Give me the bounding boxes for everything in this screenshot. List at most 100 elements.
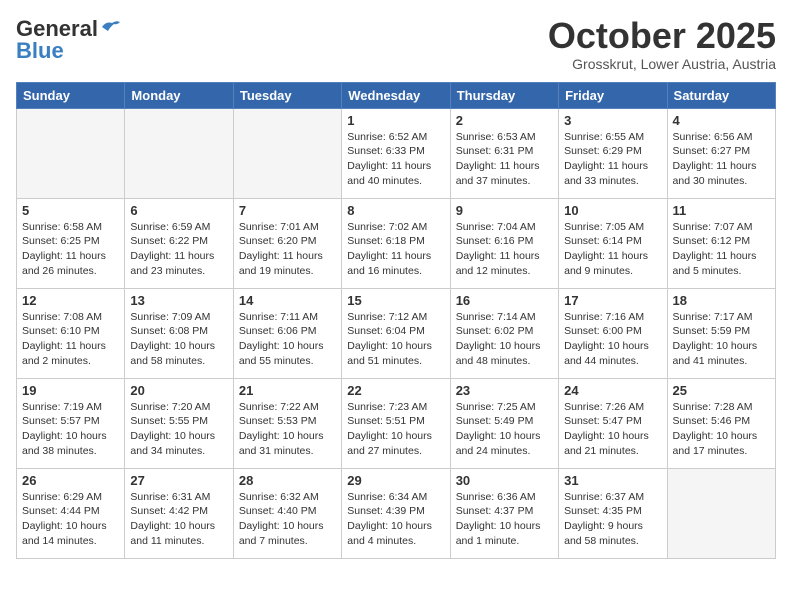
week-row-5: 26 Sunrise: 6:29 AMSunset: 4:44 PMDayligh… (17, 468, 776, 558)
day-number: 17 (564, 293, 661, 308)
calendar-cell: 28Sunrise: 6:32 AMSunset: 4:40 PMDayligh… (233, 468, 341, 558)
month-title: October 2025 (548, 16, 776, 56)
day-number: 26 (22, 473, 119, 488)
calendar-cell: 16Sunrise: 7:14 AMSunset: 6:02 PMDayligh… (450, 288, 558, 378)
day-info: Sunrise: 7:22 AMSunset: 5:53 PMDaylight:… (239, 400, 336, 459)
day-info: Sunrise: 6:58 AMSunset: 6:25 PMDaylight:… (22, 220, 119, 279)
calendar-cell: 11 Sunrise: 7:07 AMSunset: 6:12 PMDayligh… (667, 198, 775, 288)
day-number: 5 (22, 203, 119, 218)
calendar-cell: 12 Sunrise: 7:08 AMSunset: 6:10 PMDayligh… (17, 288, 125, 378)
calendar-cell: 9 Sunrise: 7:04 AMSunset: 6:16 PMDaylight… (450, 198, 558, 288)
day-info: Sunrise: 6:36 AMSunset: 4:37 PMDaylight:… (456, 490, 553, 549)
day-info: Sunrise: 6:53 AMSunset: 6:31 PMDaylight:… (456, 130, 553, 189)
calendar-cell: 1 Sunrise: 6:52 AMSunset: 6:33 PMDaylight… (342, 108, 450, 198)
day-info: Sunrise: 7:20 AMSunset: 5:55 PMDaylight:… (130, 400, 227, 459)
day-info: Sunrise: 6:37 AMSunset: 4:35 PMDaylight:… (564, 490, 661, 549)
calendar-cell: 26 Sunrise: 6:29 AMSunset: 4:44 PMDayligh… (17, 468, 125, 558)
week-row-4: 19 Sunrise: 7:19 AMSunset: 5:57 PMDayligh… (17, 378, 776, 468)
day-info: Sunrise: 6:29 AMSunset: 4:44 PMDaylight:… (22, 490, 119, 549)
day-info: Sunrise: 7:23 AMSunset: 5:51 PMDaylight:… (347, 400, 444, 459)
calendar-cell: 23 Sunrise: 7:25 AMSunset: 5:49 PMDayligh… (450, 378, 558, 468)
week-row-2: 5 Sunrise: 6:58 AMSunset: 6:25 PMDaylight… (17, 198, 776, 288)
calendar-cell: 24Sunrise: 7:26 AMSunset: 5:47 PMDayligh… (559, 378, 667, 468)
calendar-cell: 22Sunrise: 7:23 AMSunset: 5:51 PMDayligh… (342, 378, 450, 468)
calendar-cell: 17 Sunrise: 7:16 AMSunset: 6:00 PMDayligh… (559, 288, 667, 378)
day-info: Sunrise: 7:25 AMSunset: 5:49 PMDaylight:… (456, 400, 553, 459)
weekday-header-row: SundayMondayTuesdayWednesdayThursdayFrid… (17, 82, 776, 108)
calendar-cell (233, 108, 341, 198)
week-row-3: 12 Sunrise: 7:08 AMSunset: 6:10 PMDayligh… (17, 288, 776, 378)
calendar-cell: 20Sunrise: 7:20 AMSunset: 5:55 PMDayligh… (125, 378, 233, 468)
weekday-header-sunday: Sunday (17, 82, 125, 108)
day-number: 12 (22, 293, 119, 308)
day-info: Sunrise: 7:01 AMSunset: 6:20 PMDaylight:… (239, 220, 336, 279)
day-info: Sunrise: 6:59 AMSunset: 6:22 PMDaylight:… (130, 220, 227, 279)
weekday-header-saturday: Saturday (667, 82, 775, 108)
calendar-cell: 10Sunrise: 7:05 AMSunset: 6:14 PMDayligh… (559, 198, 667, 288)
day-number: 6 (130, 203, 227, 218)
day-info: Sunrise: 7:17 AMSunset: 5:59 PMDaylight:… (673, 310, 770, 369)
day-number: 31 (564, 473, 661, 488)
day-info: Sunrise: 7:26 AMSunset: 5:47 PMDaylight:… (564, 400, 661, 459)
day-number: 16 (456, 293, 553, 308)
day-number: 4 (673, 113, 770, 128)
logo-blue: Blue (16, 38, 64, 64)
weekday-header-thursday: Thursday (450, 82, 558, 108)
location-subtitle: Grosskrut, Lower Austria, Austria (548, 56, 776, 72)
calendar-cell (125, 108, 233, 198)
day-number: 13 (130, 293, 227, 308)
calendar-cell: 7 Sunrise: 7:01 AMSunset: 6:20 PMDaylight… (233, 198, 341, 288)
day-number: 15 (347, 293, 444, 308)
calendar-cell: 29 Sunrise: 6:34 AMSunset: 4:39 PMDayligh… (342, 468, 450, 558)
calendar-cell: 6 Sunrise: 6:59 AMSunset: 6:22 PMDaylight… (125, 198, 233, 288)
day-info: Sunrise: 6:34 AMSunset: 4:39 PMDaylight:… (347, 490, 444, 549)
day-info: Sunrise: 7:07 AMSunset: 6:12 PMDaylight:… (673, 220, 770, 279)
day-number: 21 (239, 383, 336, 398)
calendar-cell: 4Sunrise: 6:56 AMSunset: 6:27 PMDaylight… (667, 108, 775, 198)
day-number: 29 (347, 473, 444, 488)
day-info: Sunrise: 6:52 AMSunset: 6:33 PMDaylight:… (347, 130, 444, 189)
day-number: 9 (456, 203, 553, 218)
day-info: Sunrise: 7:11 AMSunset: 6:06 PMDaylight:… (239, 310, 336, 369)
weekday-header-wednesday: Wednesday (342, 82, 450, 108)
day-info: Sunrise: 6:32 AMSunset: 4:40 PMDaylight:… (239, 490, 336, 549)
page-header: General Blue October 2025 Grosskrut, Low… (16, 16, 776, 72)
day-number: 11 (673, 203, 770, 218)
day-info: Sunrise: 7:12 AMSunset: 6:04 PMDaylight:… (347, 310, 444, 369)
calendar-cell: 15 Sunrise: 7:12 AMSunset: 6:04 PMDayligh… (342, 288, 450, 378)
calendar-cell (17, 108, 125, 198)
day-number: 3 (564, 113, 661, 128)
calendar-cell: 31 Sunrise: 6:37 AMSunset: 4:35 PMDayligh… (559, 468, 667, 558)
weekday-header-monday: Monday (125, 82, 233, 108)
weekday-header-friday: Friday (559, 82, 667, 108)
calendar-cell: 30Sunrise: 6:36 AMSunset: 4:37 PMDayligh… (450, 468, 558, 558)
day-info: Sunrise: 7:16 AMSunset: 6:00 PMDaylight:… (564, 310, 661, 369)
calendar-cell: 21 Sunrise: 7:22 AMSunset: 5:53 PMDayligh… (233, 378, 341, 468)
day-number: 25 (673, 383, 770, 398)
day-number: 19 (22, 383, 119, 398)
day-number: 14 (239, 293, 336, 308)
calendar-cell: 25 Sunrise: 7:28 AMSunset: 5:46 PMDayligh… (667, 378, 775, 468)
day-info: Sunrise: 6:55 AMSunset: 6:29 PMDaylight:… (564, 130, 661, 189)
calendar-cell: 13Sunrise: 7:09 AMSunset: 6:08 PMDayligh… (125, 288, 233, 378)
day-info: Sunrise: 6:31 AMSunset: 4:42 PMDaylight:… (130, 490, 227, 549)
calendar-cell: 27 Sunrise: 6:31 AMSunset: 4:42 PMDayligh… (125, 468, 233, 558)
calendar-cell: 8Sunrise: 7:02 AMSunset: 6:18 PMDaylight… (342, 198, 450, 288)
day-number: 27 (130, 473, 227, 488)
calendar-cell: 19 Sunrise: 7:19 AMSunset: 5:57 PMDayligh… (17, 378, 125, 468)
day-info: Sunrise: 7:04 AMSunset: 6:16 PMDaylight:… (456, 220, 553, 279)
day-info: Sunrise: 7:19 AMSunset: 5:57 PMDaylight:… (22, 400, 119, 459)
weekday-header-tuesday: Tuesday (233, 82, 341, 108)
calendar-cell: 14 Sunrise: 7:11 AMSunset: 6:06 PMDayligh… (233, 288, 341, 378)
day-number: 7 (239, 203, 336, 218)
logo: General Blue (16, 16, 122, 64)
day-info: Sunrise: 7:28 AMSunset: 5:46 PMDaylight:… (673, 400, 770, 459)
day-number: 23 (456, 383, 553, 398)
calendar-cell: 2Sunrise: 6:53 AMSunset: 6:31 PMDaylight… (450, 108, 558, 198)
calendar-table: SundayMondayTuesdayWednesdayThursdayFrid… (16, 82, 776, 559)
day-info: Sunrise: 7:02 AMSunset: 6:18 PMDaylight:… (347, 220, 444, 279)
day-info: Sunrise: 7:08 AMSunset: 6:10 PMDaylight:… (22, 310, 119, 369)
day-info: Sunrise: 7:05 AMSunset: 6:14 PMDaylight:… (564, 220, 661, 279)
title-section: October 2025 Grosskrut, Lower Austria, A… (548, 16, 776, 72)
day-number: 1 (347, 113, 444, 128)
